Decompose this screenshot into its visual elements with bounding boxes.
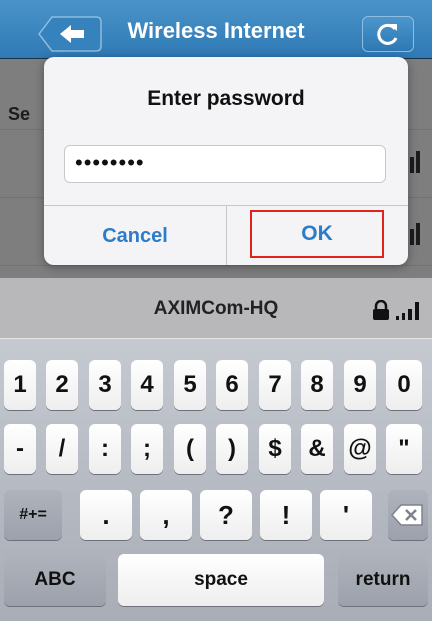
key-at[interactable]: @	[344, 424, 376, 474]
key-apostrophe[interactable]: '	[320, 490, 372, 540]
key-exclamation[interactable]: !	[260, 490, 312, 540]
key-semicolon[interactable]: ;	[131, 424, 163, 474]
key-9[interactable]: 9	[344, 360, 376, 410]
key-quote[interactable]: "	[386, 424, 422, 474]
key-ampersand[interactable]: &	[301, 424, 333, 474]
key-8[interactable]: 8	[301, 360, 333, 410]
backspace-icon	[390, 504, 423, 526]
key-5[interactable]: 5	[174, 360, 206, 410]
key-more-symbols[interactable]: #+=	[4, 490, 62, 540]
dialog-title: Enter password	[147, 87, 305, 110]
signal-icon	[396, 302, 419, 320]
ok-button[interactable]: OK	[250, 210, 384, 258]
key-0[interactable]: 0	[386, 360, 422, 410]
key-dollar[interactable]: $	[259, 424, 291, 474]
key-space[interactable]: space	[118, 554, 324, 606]
cancel-button[interactable]: Cancel	[44, 206, 226, 265]
key-period[interactable]: .	[80, 490, 132, 540]
key-comma[interactable]: ,	[140, 490, 192, 540]
backspace-key[interactable]	[388, 490, 428, 540]
divider	[226, 206, 227, 265]
key-return[interactable]: return	[338, 554, 428, 606]
key-open-paren[interactable]: (	[174, 424, 206, 474]
lock-icon	[373, 300, 389, 320]
key-3[interactable]: 3	[89, 360, 121, 410]
key-question[interactable]: ?	[200, 490, 252, 540]
key-6[interactable]: 6	[216, 360, 248, 410]
key-close-paren[interactable]: )	[216, 424, 248, 474]
nav-bar: Wireless Internet	[0, 0, 432, 59]
key-abc[interactable]: ABC	[4, 554, 106, 606]
key-7[interactable]: 7	[259, 360, 291, 410]
key-2[interactable]: 2	[46, 360, 78, 410]
keyboard: 1 2 3 4 5 6 7 8 9 0 - / : ; ( ) $ & @ " …	[0, 339, 432, 621]
key-colon[interactable]: :	[89, 424, 121, 474]
network-name: AXIMCom-HQ	[153, 298, 279, 319]
key-4[interactable]: 4	[131, 360, 163, 410]
key-minus[interactable]: -	[4, 424, 36, 474]
password-dialog: Enter password •••••••• Cancel OK	[44, 57, 408, 265]
refresh-icon	[377, 23, 398, 45]
refresh-button[interactable]	[362, 16, 414, 52]
network-row[interactable]: AXIMCom-HQ	[0, 278, 432, 338]
password-field[interactable]: ••••••••	[64, 145, 386, 183]
key-1[interactable]: 1	[4, 360, 36, 410]
key-slash[interactable]: /	[46, 424, 78, 474]
